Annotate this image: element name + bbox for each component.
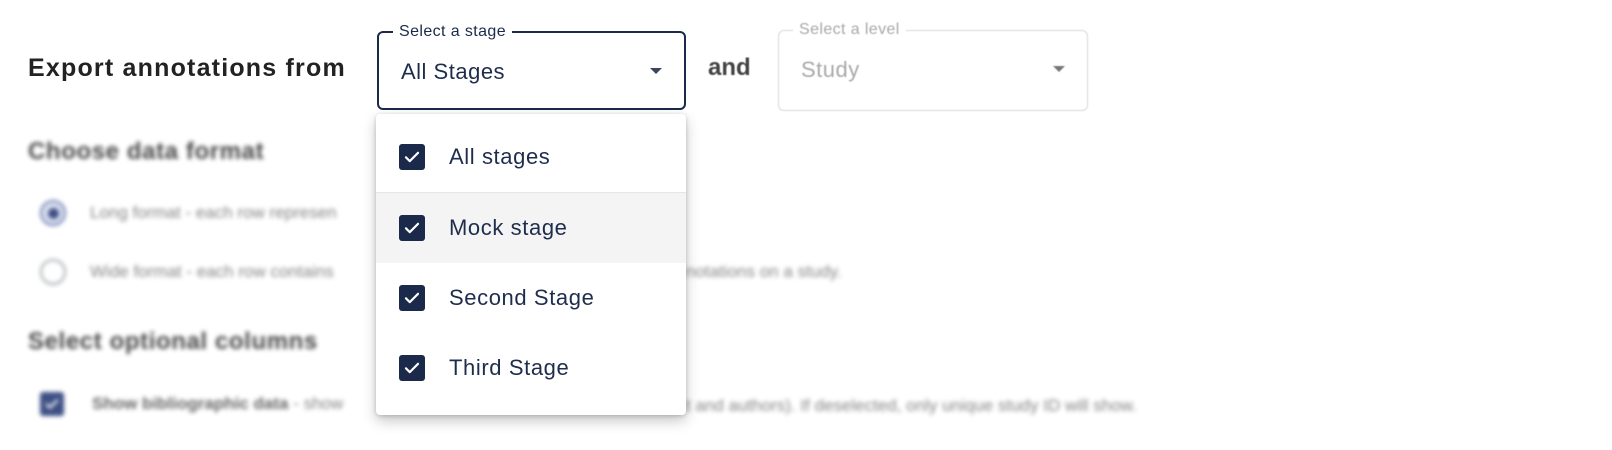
menu-item-label: All stages [449, 144, 551, 169]
level-select[interactable]: Select a level Study [778, 21, 1088, 111]
bibliographic-checkbox[interactable] [40, 392, 64, 416]
menu-item-third-stage[interactable]: Third Stage [376, 333, 686, 403]
bibliographic-description-suffix: t and authors). If deselected, only uniq… [686, 396, 1137, 415]
wide-format-option[interactable]: Wide format - each row contains [40, 259, 334, 285]
menu-item-label: Third Stage [449, 355, 570, 380]
stage-select-value: All Stages [401, 59, 506, 84]
stage-select-legend: Select a stage [393, 23, 512, 41]
checkbox-checked-icon[interactable] [399, 215, 425, 241]
wide-format-label: Wide format - each row contains [90, 262, 334, 281]
bibliographic-data-option[interactable]: Show bibliographic data - show [40, 392, 343, 416]
radio-unselected-icon[interactable] [40, 259, 66, 285]
checkbox-checked-icon[interactable] [399, 144, 425, 170]
data-format-title: Choose data format [28, 138, 265, 165]
long-format-option[interactable]: Long format - each row represen [40, 200, 337, 226]
stage-dropdown-menu: All stages Mock stage Second Stage Third… [376, 114, 686, 415]
connector-label: and [708, 54, 751, 81]
long-format-label: Long format - each row represen [90, 203, 337, 222]
bibliographic-description: - show [288, 394, 344, 413]
chevron-down-icon[interactable] [650, 68, 662, 74]
checkbox-checked-icon[interactable] [399, 355, 425, 381]
chevron-down-icon[interactable] [1053, 66, 1065, 72]
optional-columns-title: Select optional columns [28, 328, 318, 355]
menu-item-all-stages[interactable]: All stages [376, 122, 686, 192]
export-heading: Export annotations from [28, 54, 346, 82]
wide-format-label-suffix: notations on a study. [686, 262, 842, 281]
level-select-legend: Select a level [793, 21, 906, 39]
menu-item-mock-stage[interactable]: Mock stage [376, 193, 686, 263]
menu-item-label: Second Stage [449, 285, 595, 310]
radio-selected-icon[interactable] [40, 200, 66, 226]
bibliographic-label: Show bibliographic data [92, 394, 289, 413]
stage-select[interactable]: Select a stage All Stages [377, 23, 686, 110]
level-select-value: Study [801, 57, 860, 82]
checkbox-checked-icon[interactable] [399, 285, 425, 311]
menu-item-second-stage[interactable]: Second Stage [376, 263, 686, 333]
menu-item-label: Mock stage [449, 215, 568, 240]
